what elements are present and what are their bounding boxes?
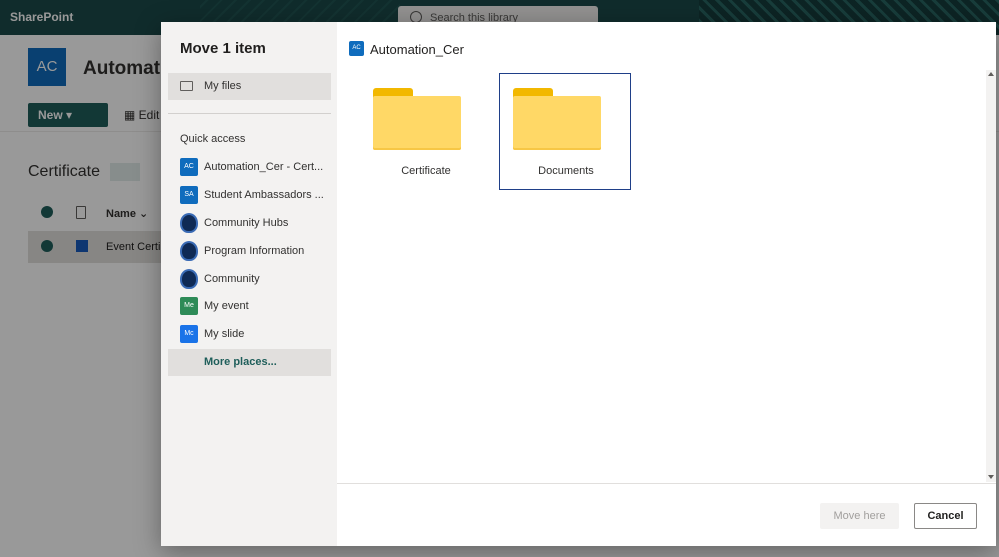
scrollbar[interactable]: [986, 70, 996, 482]
move-dialog: Move 1 item My files Quick access AC Aut…: [161, 22, 996, 546]
dialog-title: Move 1 item: [180, 40, 266, 57]
nav-label: Automation_Cer - Cert...: [204, 161, 324, 173]
site-icon: Mc: [180, 325, 198, 343]
more-places-label: More places...: [204, 356, 277, 368]
nav-item-student-ambassadors[interactable]: SA Student Ambassadors ...: [168, 182, 331, 209]
nav-label: My slide: [204, 328, 245, 340]
nav-item-community-hubs[interactable]: Community Hubs: [168, 210, 331, 237]
folder-icon: [513, 88, 601, 150]
nav-item-my-files[interactable]: My files: [168, 73, 331, 100]
nav-label: Program Information: [204, 245, 305, 257]
site-icon: SA: [180, 186, 198, 204]
nav-item-my-event[interactable]: Me My event: [168, 293, 331, 320]
nav-label: My files: [204, 80, 242, 92]
site-icon: AC: [180, 158, 198, 176]
scroll-down-icon[interactable]: [988, 475, 994, 479]
nav-item-program-information[interactable]: Program Information: [168, 238, 331, 265]
nav-item-my-slide[interactable]: Mc My slide: [168, 321, 331, 348]
nav-label: Student Ambassadors ...: [204, 189, 324, 201]
footer-divider: [337, 483, 996, 484]
breadcrumb: Automation_Cer: [370, 42, 464, 57]
divider: [168, 113, 331, 114]
scroll-up-icon[interactable]: [988, 72, 994, 76]
shield-icon: [180, 213, 198, 233]
nav-label: Community Hubs: [204, 217, 289, 229]
shield-icon: [180, 269, 198, 289]
more-places-link[interactable]: More places...: [168, 349, 331, 376]
folder-name: Certificate: [401, 165, 451, 177]
site-icon: Me: [180, 297, 198, 315]
folder-tile-documents[interactable]: Documents: [499, 73, 631, 190]
shield-icon: [180, 241, 198, 261]
nav-item-automation-cer[interactable]: AC Automation_Cer - Cert...: [168, 154, 331, 181]
folder-icon: [373, 88, 461, 150]
move-here-button[interactable]: Move here: [820, 503, 899, 529]
folder-tile-certificate[interactable]: Certificate: [359, 73, 491, 190]
site-icon: AC: [349, 41, 364, 56]
folder-name: Documents: [538, 165, 594, 177]
location-pane: Move 1 item My files Quick access AC Aut…: [161, 22, 337, 546]
folder-icon: [180, 81, 193, 91]
folder-pane: AC Automation_Cer Certificate Documents …: [337, 22, 996, 546]
cancel-button[interactable]: Cancel: [914, 503, 977, 529]
nav-label: My event: [204, 300, 249, 312]
nav-item-community[interactable]: Community: [168, 266, 331, 293]
quick-access-heading: Quick access: [180, 133, 246, 145]
nav-label: Community: [204, 273, 260, 285]
